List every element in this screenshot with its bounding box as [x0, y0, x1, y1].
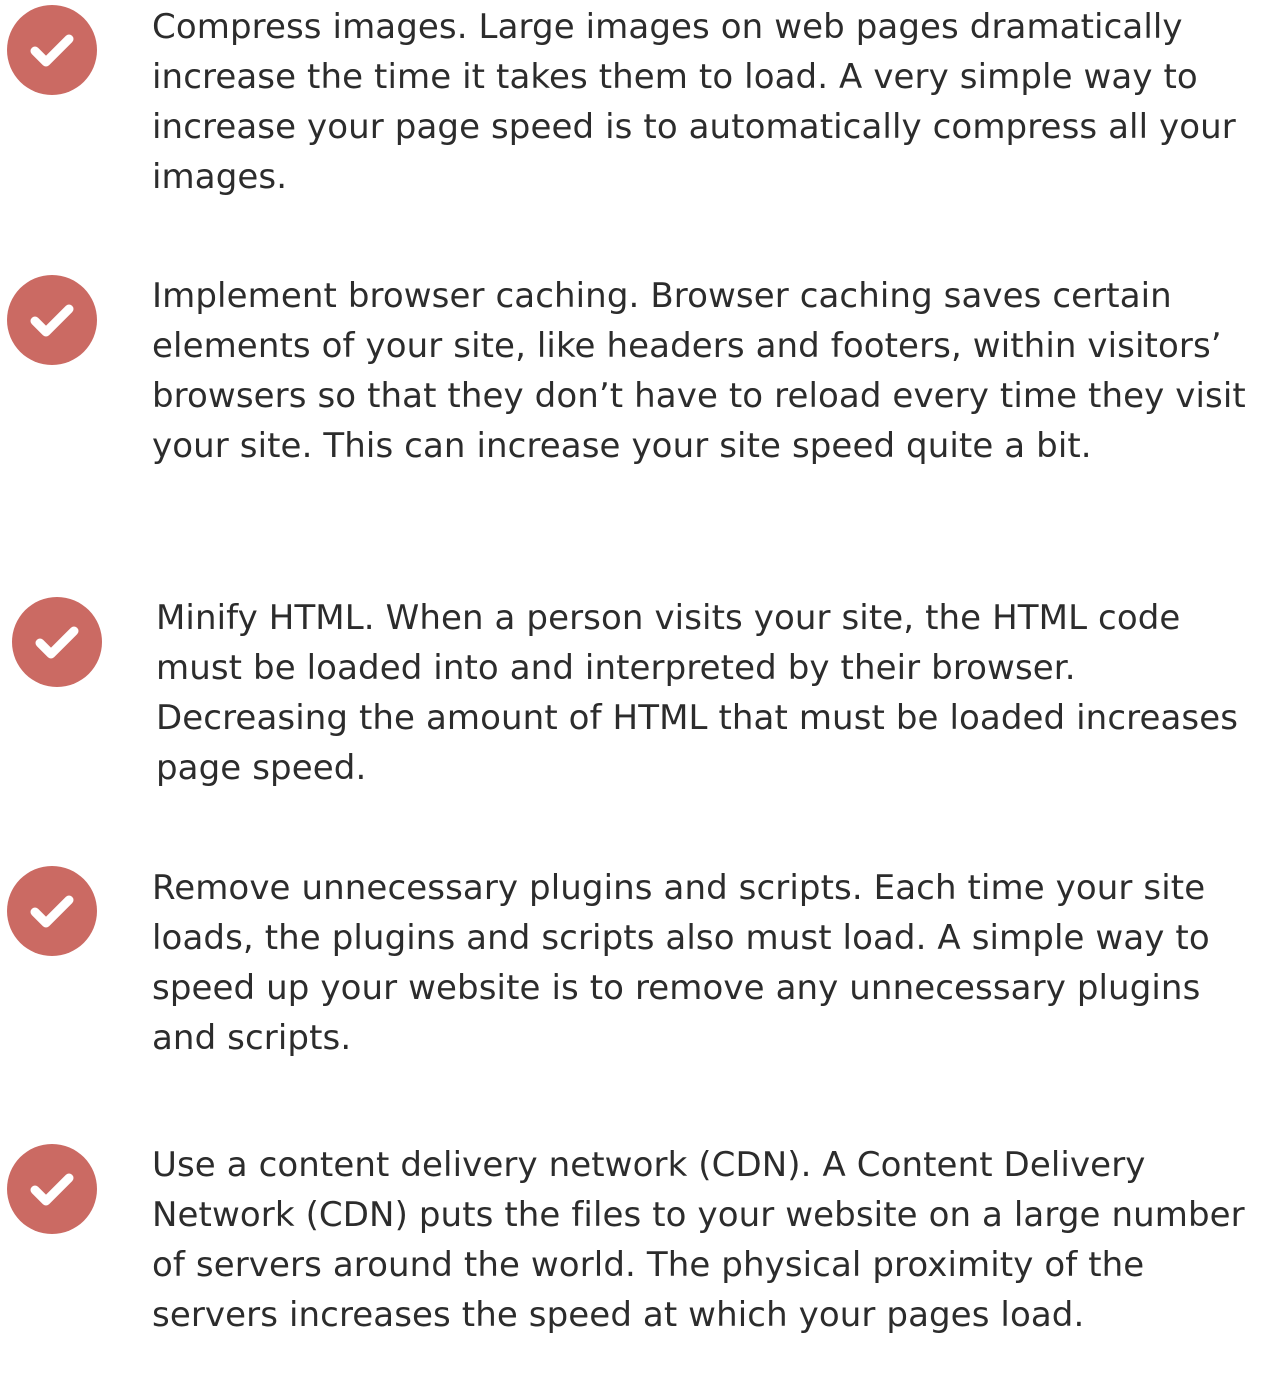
check-circle-icon — [7, 5, 97, 95]
check-circle-icon — [7, 866, 97, 956]
list-item-text: Compress images. Large images on web pag… — [152, 7, 1236, 197]
list-item-text: Remove unnecessary plugins and scripts. … — [152, 868, 1210, 1058]
check-circle-icon — [12, 597, 102, 687]
list-item-text: Use a content delivery network (CDN). A … — [152, 1145, 1245, 1335]
list-item-text: Implement browser caching. Browser cachi… — [152, 276, 1246, 466]
check-circle-icon — [7, 1144, 97, 1234]
list-item-text: Minify HTML. When a person visits your s… — [156, 598, 1239, 788]
check-circle-icon — [7, 275, 97, 365]
